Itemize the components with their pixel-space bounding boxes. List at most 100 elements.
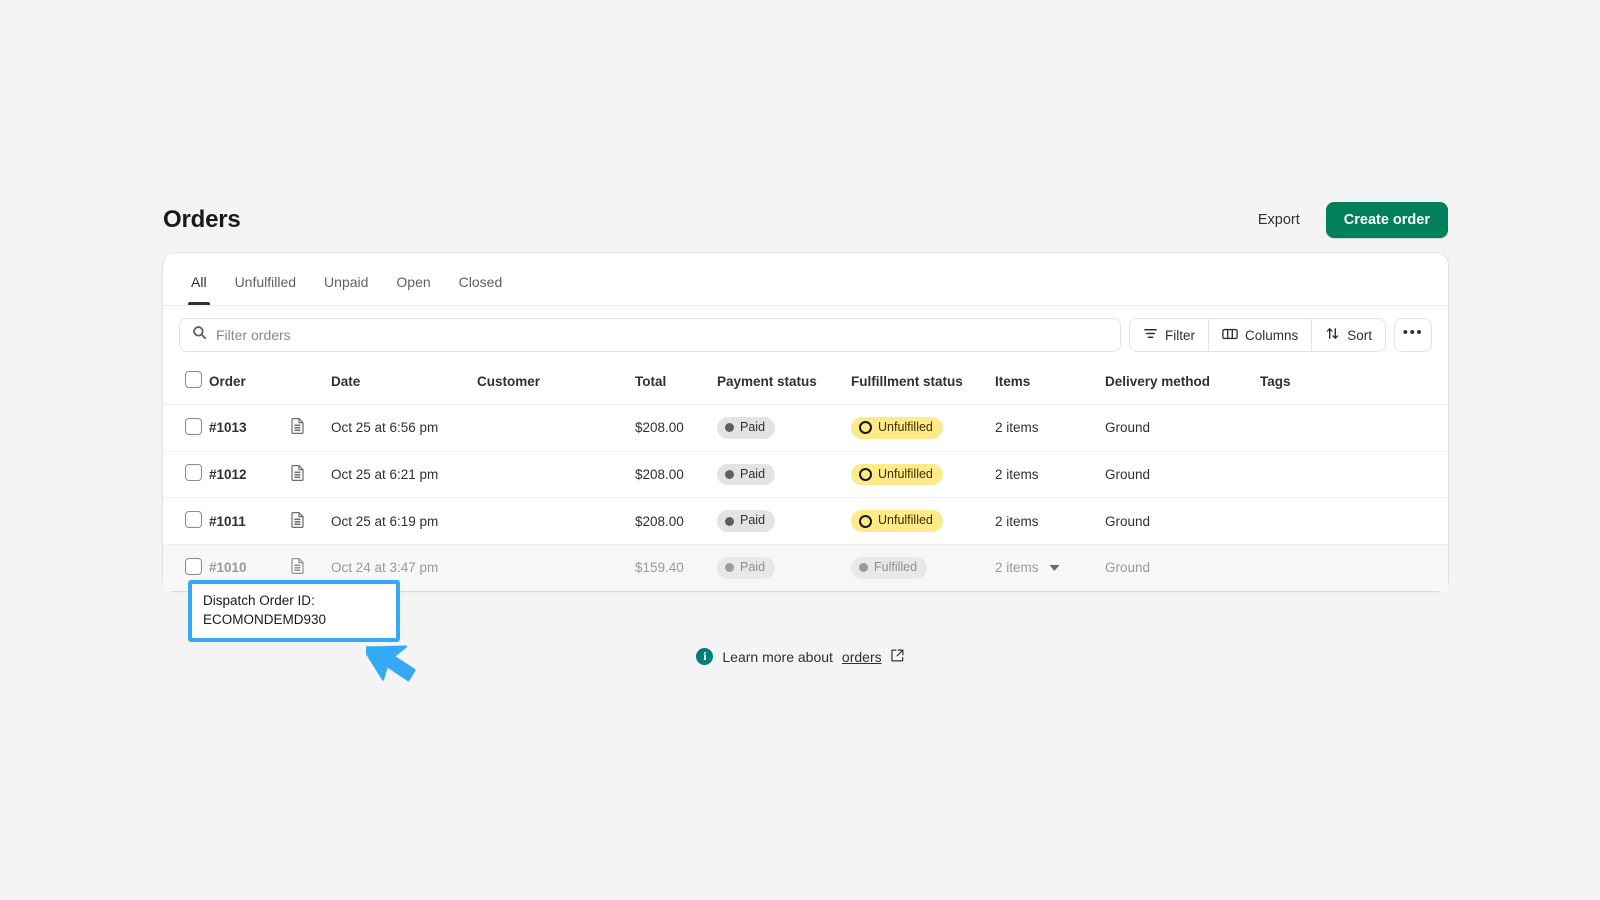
- cell-payment-status: Paid: [717, 544, 851, 591]
- payment-status-label: Paid: [740, 466, 766, 481]
- row-select-cell: [163, 497, 209, 545]
- table-row[interactable]: #1013 Oct 25 at 6:56 pm $208.00 Paid Unf…: [163, 404, 1448, 452]
- toolbar-button-group: Filter Columns Sort: [1128, 318, 1386, 352]
- column-header-date[interactable]: Date: [331, 362, 477, 405]
- cell-date: Oct 25 at 6:19 pm: [331, 497, 477, 545]
- column-header-total[interactable]: Total: [635, 362, 717, 405]
- order-number[interactable]: #1011: [209, 514, 246, 529]
- items-label: 2 items: [995, 560, 1039, 576]
- info-icon: i: [696, 648, 714, 665]
- select-all-header: [163, 362, 209, 405]
- row-checkbox[interactable]: [185, 464, 202, 482]
- row-checkbox[interactable]: [185, 511, 202, 529]
- table-row[interactable]: #1012 Oct 25 at 6:21 pm $208.00 Paid Unf…: [163, 451, 1448, 499]
- column-header-order[interactable]: Order: [209, 362, 291, 405]
- column-header-items[interactable]: Items: [995, 362, 1105, 405]
- chevron-down-icon[interactable]: [1049, 560, 1060, 575]
- row-checkbox[interactable]: [185, 557, 202, 575]
- status-dot-hollow-icon: [859, 421, 872, 435]
- fulfillment-status-badge: Unfulfilled: [851, 463, 943, 486]
- note-document-icon[interactable]: [291, 464, 304, 484]
- cell-fulfillment-status: Unfulfilled: [851, 404, 995, 452]
- search-icon: [192, 325, 207, 345]
- create-order-button[interactable]: Create order: [1325, 202, 1448, 238]
- status-dot-icon: [725, 469, 734, 479]
- cell-customer: [477, 451, 635, 499]
- cell-total: $159.40: [635, 544, 717, 591]
- orders-tabs: All Unfulfilled Unpaid Open Closed: [163, 253, 1448, 306]
- cell-items: 2 items: [995, 497, 1105, 545]
- note-document-icon[interactable]: [291, 418, 304, 437]
- cell-payment-status: Paid: [717, 404, 851, 452]
- filter-icon: [1143, 326, 1158, 344]
- order-number[interactable]: #1010: [209, 560, 247, 575]
- payment-status-badge: Paid: [717, 510, 776, 532]
- cell-total: $208.00: [635, 451, 717, 499]
- columns-button[interactable]: Columns: [1208, 319, 1313, 351]
- tab-unpaid[interactable]: Unpaid: [310, 266, 382, 305]
- row-checkbox[interactable]: [185, 417, 202, 435]
- orders-table: Order Date Customer Total Payment status…: [163, 362, 1448, 591]
- cell-order: #1012: [209, 451, 291, 499]
- table-row[interactable]: #1011 Oct 25 at 6:19 pm $208.00 Paid Unf…: [163, 497, 1448, 545]
- tab-open[interactable]: Open: [382, 266, 444, 305]
- column-header-delivery-method[interactable]: Delivery method: [1105, 362, 1260, 405]
- cell-tags: [1260, 544, 1448, 591]
- cell-date: Oct 25 at 6:56 pm: [331, 404, 477, 452]
- orders-help-link[interactable]: orders: [842, 649, 882, 665]
- status-dot-icon: [725, 423, 734, 433]
- cell-total: $208.00: [635, 497, 717, 545]
- filter-button[interactable]: Filter: [1129, 319, 1209, 351]
- row-select-cell: [163, 404, 209, 452]
- cell-note: [291, 451, 331, 499]
- column-header-note: [291, 362, 331, 405]
- order-number[interactable]: #1012: [209, 467, 247, 482]
- cell-date: Oct 25 at 6:21 pm: [331, 451, 477, 499]
- tab-all[interactable]: All: [177, 266, 221, 305]
- sort-icon: [1325, 326, 1340, 344]
- select-all-checkbox[interactable]: [185, 371, 202, 388]
- column-header-tags[interactable]: Tags: [1260, 362, 1448, 405]
- external-link-icon[interactable]: [890, 649, 904, 665]
- fulfillment-status-label: Fulfilled: [874, 559, 918, 574]
- table-header-row: Order Date Customer Total Payment status…: [163, 362, 1448, 405]
- status-dot-hollow-icon: [859, 514, 872, 528]
- cell-order: #1013: [209, 404, 291, 452]
- learn-more-text: Learn more about: [722, 648, 833, 665]
- cell-fulfillment-status: Unfulfilled: [851, 497, 995, 545]
- cell-delivery-method: Ground: [1105, 544, 1260, 591]
- search-box[interactable]: [179, 318, 1121, 352]
- cell-delivery-method: Ground: [1105, 497, 1260, 545]
- search-input[interactable]: [216, 327, 1108, 343]
- tab-unfulfilled[interactable]: Unfulfilled: [221, 266, 310, 305]
- status-dot-hollow-icon: [859, 467, 872, 481]
- fulfillment-status-badge: Fulfilled: [851, 556, 928, 579]
- fulfillment-status-badge: Unfulfilled: [851, 510, 943, 532]
- cell-fulfillment-status: Fulfilled: [851, 544, 995, 591]
- cell-tags: [1260, 497, 1448, 545]
- orders-table-body: #1013 Oct 25 at 6:56 pm $208.00 Paid Unf…: [163, 404, 1448, 591]
- order-number[interactable]: #1013: [209, 420, 247, 435]
- column-header-payment-status[interactable]: Payment status: [717, 362, 851, 405]
- cell-note: [291, 404, 331, 452]
- export-button[interactable]: Export: [1248, 204, 1310, 236]
- note-document-icon[interactable]: [291, 558, 304, 577]
- tab-closed[interactable]: Closed: [445, 266, 517, 305]
- pointer-arrow-icon: [361, 632, 422, 694]
- items-with-dropdown: 2 items: [995, 560, 1105, 575]
- callout-line-2: ECOMONDEMD930: [203, 612, 327, 628]
- payment-status-badge: Paid: [717, 417, 776, 439]
- sort-button[interactable]: Sort: [1312, 319, 1385, 351]
- column-header-customer[interactable]: Customer: [477, 362, 635, 405]
- fulfillment-status-label: Unfulfilled: [878, 466, 933, 481]
- column-header-fulfillment-status[interactable]: Fulfillment status: [851, 362, 995, 405]
- payment-status-label: Paid: [740, 513, 766, 528]
- row-select-cell: [163, 451, 209, 499]
- note-document-icon[interactable]: [291, 511, 304, 531]
- app-screen: Orders Export Create order All Unfulfill…: [0, 0, 1600, 900]
- more-options-button[interactable]: •••: [1394, 318, 1432, 352]
- learn-more-footer: i Learn more about orders: [0, 648, 1600, 665]
- cell-payment-status: Paid: [717, 451, 851, 499]
- cell-items: 2 items: [995, 404, 1105, 452]
- orders-toolbar: Filter Columns: [163, 306, 1448, 362]
